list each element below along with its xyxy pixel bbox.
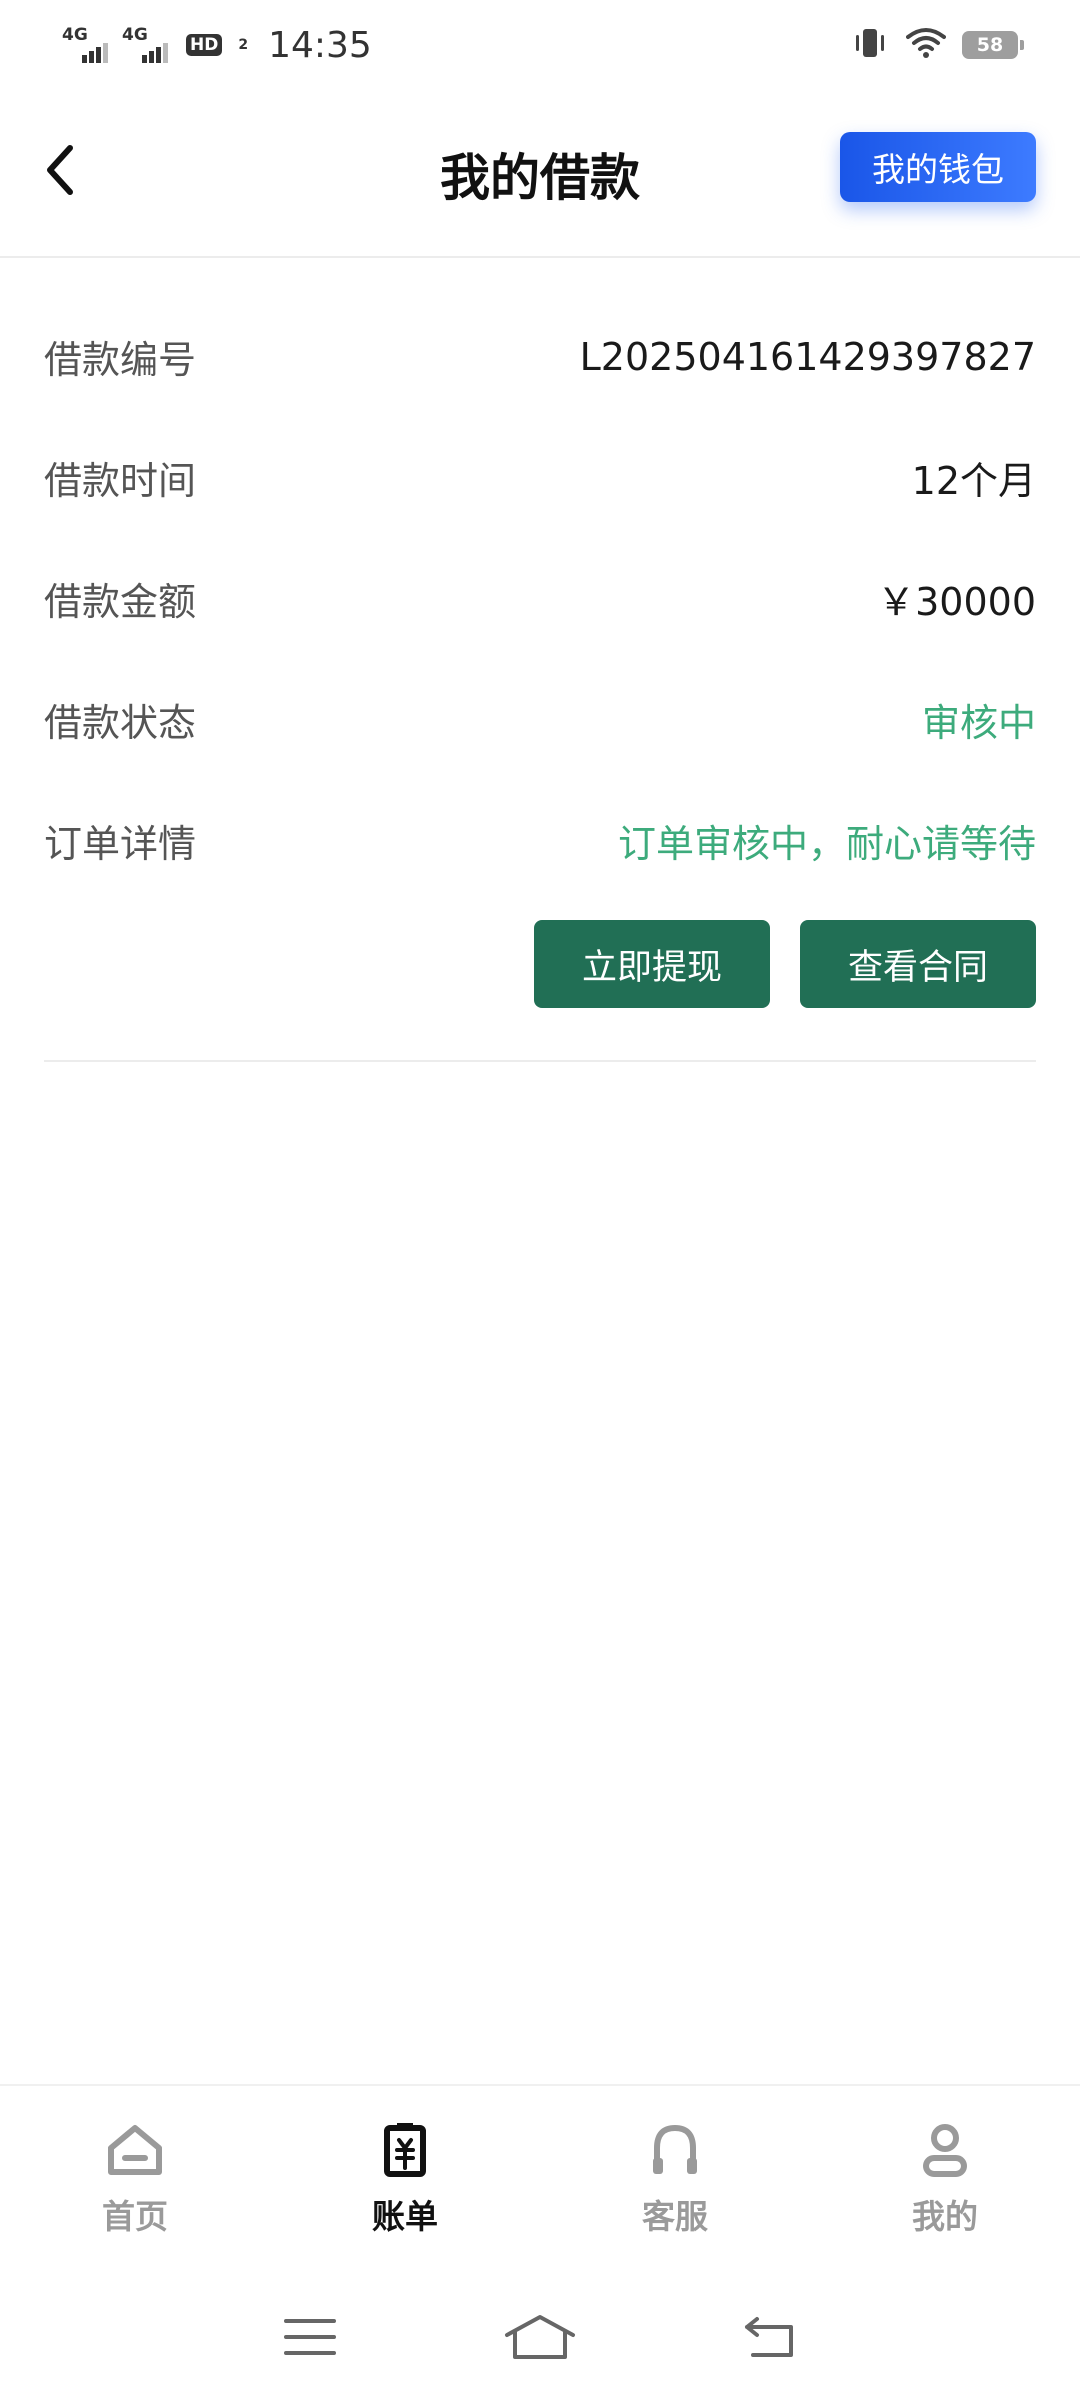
home-icon <box>108 2125 162 2175</box>
loan-number-value: L202504161429397827 <box>579 334 1036 379</box>
sim2-network-label: 4G <box>122 25 148 45</box>
status-right: 58 <box>850 26 1024 64</box>
battery-indicator: 58 <box>962 31 1024 59</box>
headset-icon <box>653 2124 697 2174</box>
tab-mine-label: 我的 <box>912 2197 978 2236</box>
signal-icon: 4G <box>62 25 108 63</box>
my-wallet-button[interactable]: 我的钱包 <box>840 132 1036 202</box>
tab-bill[interactable]: 账单 <box>270 2086 540 2274</box>
loan-amount-label: 借款金额 <box>44 580 197 624</box>
order-detail-value: 订单审核中，耐心请等待 <box>617 822 1036 866</box>
loan-term-row: 借款时间 12个月 <box>44 417 1036 538</box>
order-detail-label: 订单详情 <box>44 822 197 866</box>
system-home-icon[interactable] <box>503 2313 577 2361</box>
loan-info-list: 借款编号 L202504161429397827 借款时间 12个月 借款金额 … <box>44 296 1036 901</box>
tab-home[interactable]: 首页 <box>0 2086 270 2274</box>
loan-amount-value: ￥30000 <box>877 580 1036 624</box>
tab-service-label: 客服 <box>642 2197 708 2236</box>
loan-number-row: 借款编号 L202504161429397827 <box>44 296 1036 417</box>
app-header: 我的借款 我的钱包 <box>0 90 1080 258</box>
status-bar: 4G 4G HD 2 14:35 58 <box>0 0 1080 90</box>
tab-service[interactable]: 客服 <box>540 2086 810 2274</box>
tab-home-label: 首页 <box>102 2197 168 2236</box>
screen: 4G 4G HD 2 14:35 58 我的借款 我的钱包 借款编号 L2025… <box>0 0 1080 2400</box>
loan-amount-row: 借款金额 ￥30000 <box>44 538 1036 659</box>
loan-actions: 立即提现 查看合同 <box>534 920 1036 1008</box>
tab-mine[interactable]: 我的 <box>810 2086 1080 2274</box>
user-icon <box>923 2124 967 2177</box>
view-contract-button[interactable]: 查看合同 <box>800 920 1036 1008</box>
hd-sub-label: 2 <box>238 37 249 53</box>
sim1-network-label: 4G <box>62 25 88 45</box>
vibrate-icon <box>850 26 890 64</box>
order-detail-row: 订单详情 订单审核中，耐心请等待 <box>44 780 1036 901</box>
system-nav-bar <box>0 2274 1080 2400</box>
loan-number-label: 借款编号 <box>44 338 197 382</box>
loan-status-value: 审核中 <box>921 701 1036 745</box>
bill-icon <box>384 2123 426 2177</box>
status-left: 4G 4G HD 2 14:35 <box>62 25 372 66</box>
hd-voice-badge: HD <box>186 34 223 56</box>
system-back-icon[interactable] <box>743 2315 797 2359</box>
wifi-icon <box>906 27 946 63</box>
loan-term-label: 借款时间 <box>44 459 197 503</box>
signal-icon: 4G <box>122 25 168 63</box>
status-time: 14:35 <box>268 24 372 66</box>
loan-term-value: 12个月 <box>911 459 1036 503</box>
loan-status-label: 借款状态 <box>44 701 197 745</box>
menu-icon[interactable] <box>283 2315 337 2359</box>
loan-status-row: 借款状态 审核中 <box>44 659 1036 780</box>
withdraw-now-button[interactable]: 立即提现 <box>534 920 770 1008</box>
tab-bill-label: 账单 <box>372 2197 438 2236</box>
bottom-tab-bar: 首页 账单 客服 我的 <box>0 2084 1080 2274</box>
divider <box>44 1060 1036 1062</box>
